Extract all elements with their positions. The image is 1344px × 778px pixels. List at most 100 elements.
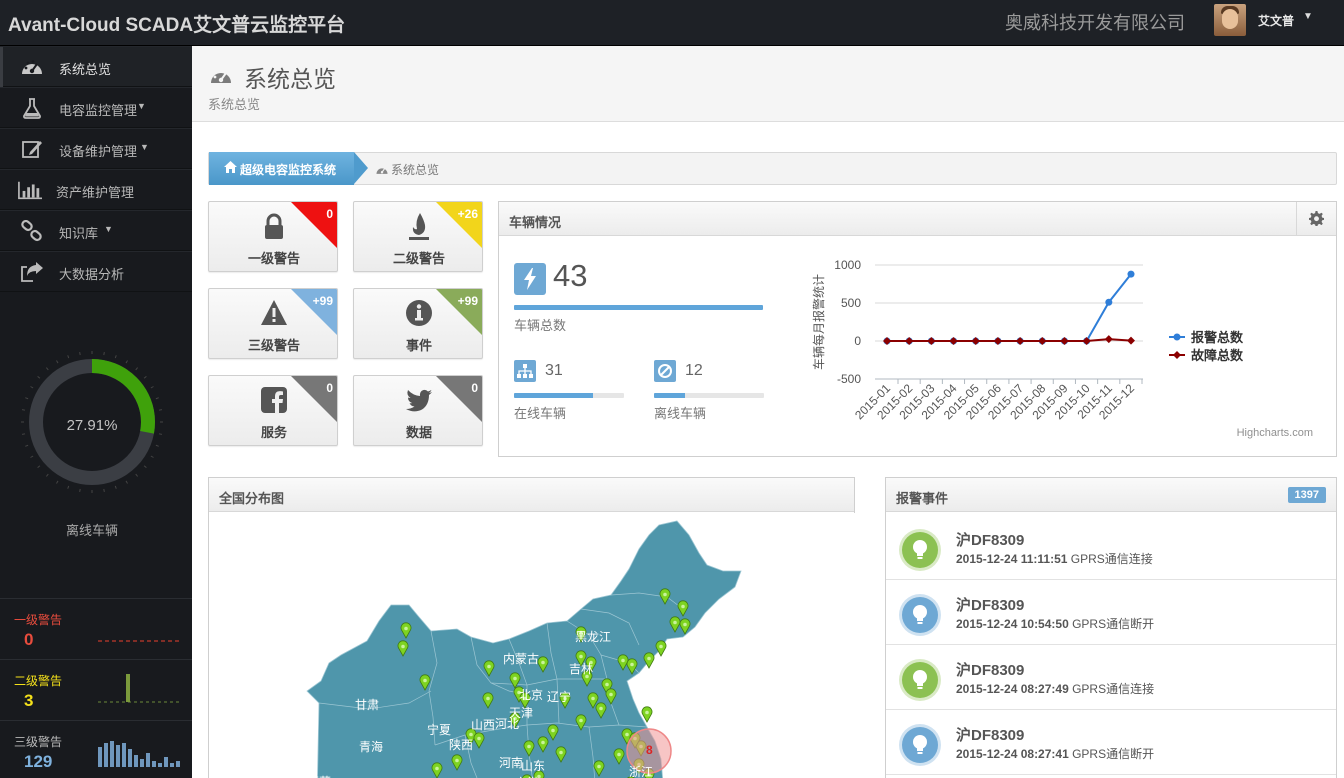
province-label: 山东 (521, 759, 545, 773)
y-tick-label: 1000 (834, 258, 861, 272)
gauge-tick (79, 488, 81, 493)
sidebar-item-capacitor-monitoring[interactable]: 电容监控管理 ▼ (0, 87, 192, 128)
map-marker-dot (455, 758, 459, 763)
map-marker[interactable] (655, 640, 667, 657)
sidebar-item-device-maintenance[interactable]: 设备维护管理 ▼ (0, 128, 192, 169)
gauge-tick (103, 488, 105, 493)
stat-value: 3 (24, 691, 34, 710)
sidebar-item-label: 电容监控管理 (59, 103, 138, 118)
map-marker-dot (659, 644, 663, 649)
stat-value: 129 (24, 752, 53, 771)
sidebar: 系统总览 电容监控管理 ▼ 设备维护管理 ▼ 资产维护管理 知识库 ▼ 大数据分… (0, 46, 192, 778)
event-plate: 沪DF8309 (956, 597, 1025, 614)
y-axis-label: 车辆每月报警统计 (811, 274, 826, 370)
series-line (887, 273, 1132, 342)
y-tick-label: 500 (841, 296, 861, 310)
map-marker-dot (673, 620, 677, 625)
user-name[interactable]: 艾文普 (1258, 12, 1294, 29)
gauge-tick (103, 351, 105, 356)
side-stat-level2[interactable]: 二级警告 3 (0, 659, 192, 719)
side-stat-level1[interactable]: 一级警告 0 (0, 598, 192, 658)
map-marker-dot (423, 678, 427, 683)
map-marker-dot (579, 654, 583, 659)
event-timestamp: 2015-12-24 08:27:49 (956, 682, 1073, 696)
map-marker-dot (486, 696, 490, 701)
series-line (887, 338, 1132, 342)
tile-events[interactable]: +99 事件 (353, 288, 483, 359)
gauge-tick (67, 355, 70, 359)
sidebar-item-knowledge-base[interactable]: 知识库 ▼ (0, 210, 192, 251)
stat-value: 0 (24, 630, 34, 649)
lightbulb-icon (902, 597, 938, 633)
map-marker-dot (469, 732, 473, 737)
breadcrumb-home[interactable]: 超级电容监控系统 (209, 152, 368, 185)
alarm-event-item[interactable]: 沪DF8309 2015-12-24 11:11:51 GPRS通信连接 (886, 515, 1336, 580)
map-marker[interactable] (641, 706, 653, 723)
lightbulb-icon (902, 532, 938, 568)
map-marker-dot (683, 622, 687, 627)
tile-label: 数据 (405, 425, 432, 440)
map-marker-dot (625, 732, 629, 737)
gauge-tick (150, 455, 154, 458)
series-point (927, 337, 936, 345)
map-marker-dot (630, 662, 634, 667)
tile-badge: 0 (471, 381, 478, 395)
gauge-tick (25, 397, 29, 400)
alarm-event-item[interactable]: 沪DF8309 2015-12-24 08:27:49 GPRS通信连接 (886, 645, 1336, 710)
map-svg[interactable]: 8 黑龙江吉林内蒙古新疆甘肃宁夏山西河北天津北京辽宁山东陕西青海河南西藏四川重庆… (209, 513, 855, 778)
user-avatar[interactable] (1214, 4, 1246, 36)
gauge-tick (37, 465, 41, 469)
ban-icon (654, 360, 676, 382)
gear-icon (1309, 211, 1324, 226)
gauge-tick (30, 386, 34, 389)
sidebar-item-big-data[interactable]: 大数据分析 (0, 251, 192, 292)
series-point (1060, 337, 1069, 345)
monthly-alarm-chart: -500 0 500 1000 2015-01 2015-02 2015-03 2015-04… (793, 255, 1322, 442)
tile-level2-warning[interactable]: +26 二级警告 (353, 201, 483, 272)
series-point (1082, 337, 1091, 345)
bar-chart-icon (18, 181, 42, 200)
widget-title: 全国分布图 (219, 491, 285, 506)
event-plate: 沪DF8309 (956, 727, 1025, 744)
online-progress (514, 393, 624, 398)
widget-title: 报警事件 (896, 491, 949, 506)
map-marker-dot (401, 644, 405, 649)
vehicle-widget: 车辆情况 43 车辆总数 31 在线车辆 12 离线车辆 -500 0 500 100… (498, 201, 1337, 457)
tile-service[interactable]: 0 服务 (208, 375, 338, 446)
offline-progress (654, 393, 764, 398)
sidebar-item-asset-maintenance[interactable]: 资产维护管理 (0, 169, 192, 210)
page-subtitle: 系统总览 (208, 97, 261, 112)
lightbulb-icon (902, 662, 938, 698)
map-marker-dot (527, 744, 531, 749)
gauge-tick (135, 367, 139, 371)
map-marker-dot (617, 752, 621, 757)
sparkline (98, 741, 180, 767)
gauge-tick (155, 397, 159, 400)
alarm-event-item[interactable]: 沪DF8309 2015-12-24 10:54:50 GPRS通信断开 (886, 580, 1336, 645)
map-marker-dot (681, 604, 685, 609)
legend-marker (1173, 351, 1181, 359)
chevron-down-icon[interactable]: ▼ (1303, 11, 1313, 22)
flask-icon (23, 98, 41, 119)
settings-button[interactable] (1296, 202, 1336, 236)
fire-icon (409, 213, 429, 240)
tile-data[interactable]: 0 数据 (353, 375, 483, 446)
sidebar-item-overview[interactable]: 系统总览 (0, 46, 192, 87)
event-message: GPRS通信连接 (1072, 682, 1155, 696)
map-marker-dot (404, 626, 408, 631)
gauge-tick (158, 409, 163, 411)
side-stat-level3[interactable]: 三级警告 129 (0, 720, 192, 778)
tile-label: 一级警告 (247, 251, 300, 266)
caret-down-icon: ▼ (104, 224, 113, 234)
tile-level3-warning[interactable]: +99 三级警告 (208, 288, 338, 359)
province-label: 新疆 (281, 682, 305, 697)
app-brand[interactable]: Avant-Cloud SCADA艾文普云监控平台 (8, 10, 345, 37)
stat-label: 三级警告 (14, 735, 63, 749)
tile-badge: +99 (457, 294, 478, 308)
gauge-tick (125, 480, 128, 484)
china-map[interactable]: 8 黑龙江吉林内蒙古新疆甘肃宁夏山西河北天津北京辽宁山东陕西青海河南西藏四川重庆… (209, 513, 855, 778)
breadcrumb-current: 系统总览 (375, 161, 439, 178)
chart-credit: Highcharts.com (1237, 427, 1313, 439)
alarm-event-item[interactable]: 沪DF8309 2015-12-24 08:27:41 GPRS通信断开 (886, 710, 1336, 775)
tile-level1-warning[interactable]: 0 一级警告 (208, 201, 338, 272)
